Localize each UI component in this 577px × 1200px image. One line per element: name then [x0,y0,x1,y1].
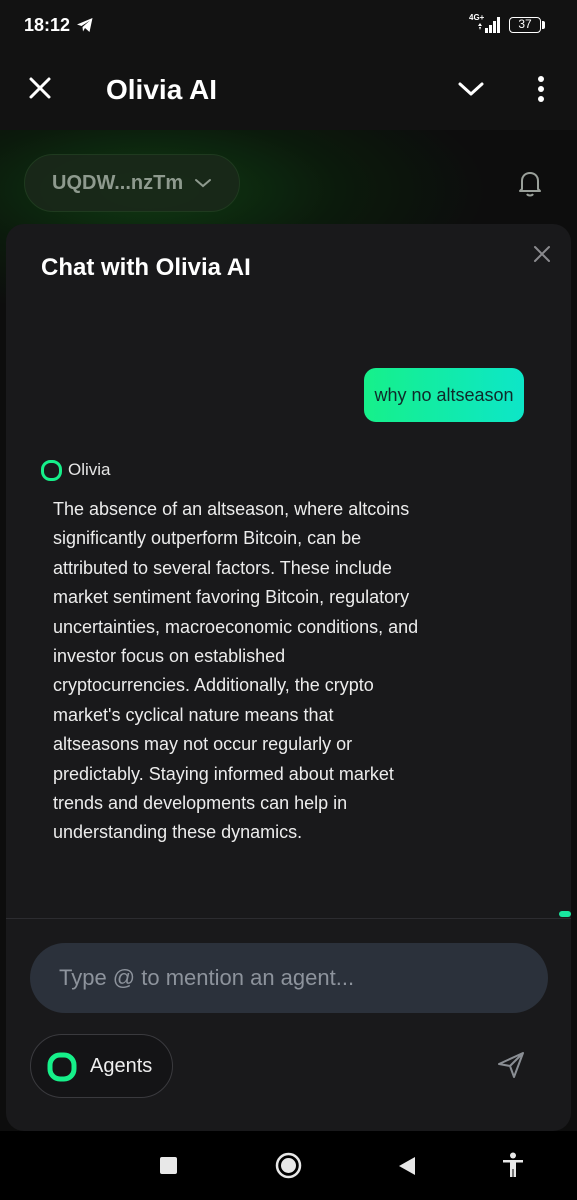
user-message-bubble: why no altseason [364,368,524,422]
assistant-name: Olivia [68,460,111,479]
telegram-icon [77,18,93,32]
assistant-message-line: altseasons may not occur regularly or [53,734,353,755]
assistant-message-line: cryptocurrencies. Additionally, the cryp… [53,675,374,696]
battery-icon: 37 [509,17,541,33]
assistant-message-line: understanding these dynamics. [53,822,303,843]
assistant-message-line: market sentiment favoring Bitcoin, regul… [53,587,410,608]
recents-icon[interactable] [160,1157,177,1174]
assistant-message-line: uncertainties, macroeconomic conditions,… [53,616,419,637]
olivia-logo-icon [41,460,62,481]
wallet-address: UQDW...nzTm [52,172,184,194]
chevron-down-icon [195,179,211,188]
wallet-selector[interactable]: UQDW...nzTm [24,154,240,212]
close-icon[interactable] [26,74,54,102]
assistant-message-line: significantly outperform Bitcoin, can be [53,528,362,549]
assistant-message-line: investor focus on established [53,646,286,667]
chevron-down-icon[interactable] [456,76,486,102]
assistant-message-line: predictably. Staying informed about mark… [53,763,394,784]
app-bar: Olivia AI [0,52,577,130]
scroll-indicator[interactable] [559,911,571,917]
assistant-message-line: attributed to several factors. These inc… [53,557,392,578]
status-time: 18:12 [24,15,71,35]
close-icon[interactable] [533,245,551,263]
send-icon[interactable] [496,1050,526,1080]
assistant-message-line: The absence of an altseason, where altco… [53,499,410,519]
assistant-message: The absence of an altseason, where altco… [53,495,431,848]
app-title: Olivia AI [106,74,218,105]
assistant-message-line: trends and developments can help in [53,793,348,814]
battery-tip [542,21,545,29]
agents-button[interactable]: Agents [30,1034,173,1098]
status-bar: 18:12 4G+ 37 [0,0,577,52]
assistant-message-line: market's cyclical nature means that [53,704,334,725]
chat-title: Chat with Olivia AI [41,254,251,281]
accessibility-icon[interactable] [502,1152,524,1178]
chat-panel: Chat with Olivia AI why no altseason Oli… [6,224,571,1131]
system-nav-bar [0,1131,577,1200]
composer-divider [6,918,571,919]
agents-label: Agents [90,1055,153,1077]
bell-icon[interactable] [516,168,544,198]
home-icon[interactable] [275,1152,302,1179]
signal-icon [478,17,500,33]
back-icon[interactable] [398,1156,416,1176]
message-input[interactable]: Type @ to mention an agent... [30,943,548,1013]
agents-logo-icon [47,1052,77,1082]
more-vertical-icon[interactable] [530,74,552,104]
